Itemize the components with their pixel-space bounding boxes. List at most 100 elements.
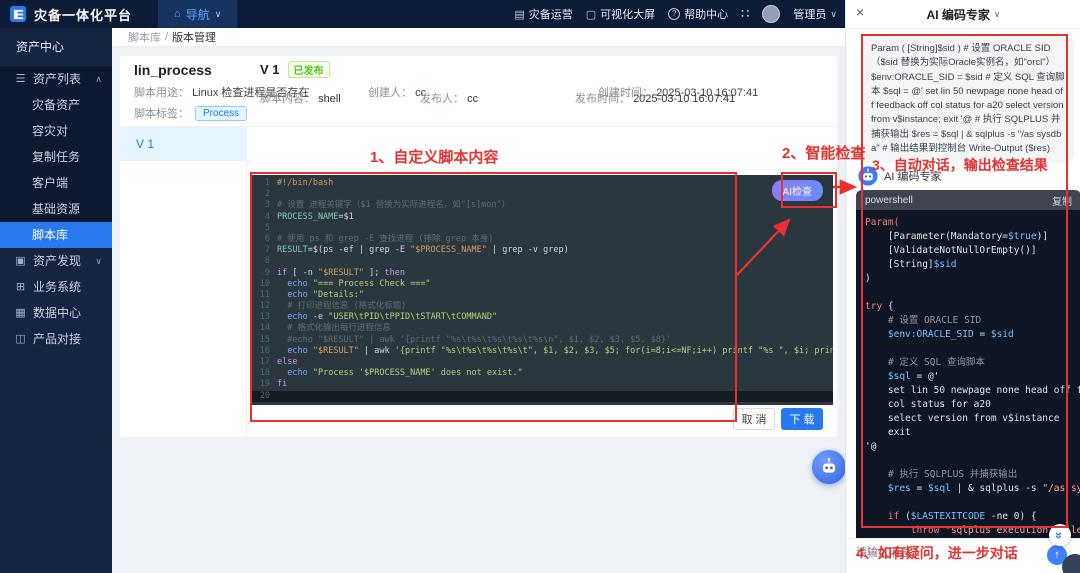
chevron-down-icon: ∨	[994, 9, 1001, 20]
sidebar-item-asset-discovery[interactable]: ▣资产发现∨	[0, 248, 112, 274]
content-label: 脚本内容：	[260, 93, 315, 105]
sidebar-item-dr-pairs[interactable]: 容灾对	[0, 118, 112, 144]
code-line: throw "sqlplus execution failed"	[865, 524, 1080, 538]
sidebar-item-asset-list[interactable]: ☰资产列表∧	[0, 66, 112, 92]
version-content-type: 脚本内容： shell	[260, 90, 341, 106]
double-chevron-down-icon: »	[1052, 531, 1067, 538]
code-line: Param(	[865, 216, 1080, 230]
topbar: 灾备一体化平台 ⌂ 导航 ∨ ▤ 灾备运营 ▢ 可视化大屏 ? 帮助中心 ∷ 管…	[0, 0, 845, 28]
home-icon: ⌂	[174, 8, 181, 20]
bigscreen-label: 可视化大屏	[600, 6, 655, 22]
business-systems-icon: ⊞	[14, 274, 27, 300]
code-line: [Parameter(Mandatory=$true)]	[865, 230, 1080, 244]
code-line: 8	[250, 256, 833, 267]
topbar-right: ▤ 灾备运营 ▢ 可视化大屏 ? 帮助中心 ∷ 管理员 ∨	[514, 5, 845, 23]
powershell-code-block: powershell 复制 Param( [Parameter(Mandator…	[856, 190, 1080, 552]
sidebar-item-business-systems[interactable]: ⊞业务系统	[0, 274, 112, 300]
sidebar-item-product-dock[interactable]: ◫产品对接	[0, 326, 112, 352]
publisher-label: 发布人：	[420, 93, 464, 105]
ai-check-button[interactable]: AI检查	[772, 180, 823, 201]
code-line: 7RESULT=$(ps -ef | grep -E "$PROCESS_NAM…	[250, 245, 833, 256]
version-list-item[interactable]: V 1	[120, 127, 246, 161]
operations-label: 灾备运营	[529, 6, 573, 22]
sidebar-item-label: 数据中心	[33, 300, 81, 326]
code-line: # 执行 SQLPLUS 并捕获输出	[865, 468, 1080, 482]
code-line: 2	[250, 189, 833, 200]
asset-list-icon: ☰	[14, 66, 27, 92]
code-line: 1#!/bin/bash	[250, 178, 833, 189]
breadcrumb-current: 版本管理	[172, 29, 216, 45]
code-line: 17else	[250, 357, 833, 368]
code-line: 14 # 格式化输出每行进程信息	[250, 323, 833, 334]
code-line: 5	[250, 223, 833, 234]
script-tag[interactable]: Process	[195, 106, 247, 121]
cancel-button[interactable]: 取 消	[733, 408, 775, 430]
user-name: 管理员	[793, 6, 826, 22]
user-menu[interactable]: 管理员 ∨	[793, 6, 837, 22]
app-title: 灾备一体化平台	[34, 5, 132, 24]
topbar-item-help[interactable]: ? 帮助中心	[668, 6, 728, 22]
published-value: 2025-03-10 16:07:41	[633, 93, 735, 105]
code-line: 3# 设置 进程关键字（$1 替换为实际进程名，如"[s]mon"）	[250, 200, 833, 211]
sidebar-menu: 资产中心☰资产列表∧灾备资产容灾对复制任务客户端基础资源脚本库 ▣资产发现∨⊞业务…	[0, 28, 112, 573]
sidebar-item-label: 资产发现	[33, 248, 81, 274]
sidebar-item-dr-assets[interactable]: 灾备资产	[0, 92, 112, 118]
code-line: 9if [ -n "$RESULT" ]; then	[250, 268, 833, 279]
sidebar-item-script-library[interactable]: 脚本库	[0, 222, 112, 248]
code-line: set lin 50 newpage none head off feedbac…	[865, 384, 1080, 398]
sidebar-item-label: 产品对接	[33, 326, 81, 352]
sidebar-item-label: 复制任务	[32, 150, 80, 164]
version-header: V 1 已发布	[260, 61, 330, 78]
code-line: 20	[250, 391, 833, 402]
sidebar-item-label: 业务系统	[33, 274, 81, 300]
user-avatar[interactable]	[762, 5, 780, 23]
code-line: # 设置 ORACLE SID	[865, 314, 1080, 328]
version-list: V 1	[120, 127, 247, 437]
sidebar-item-clients[interactable]: 客户端	[0, 170, 112, 196]
breadcrumb-parent[interactable]: 脚本库	[128, 29, 161, 45]
sidebar-item-replication-tasks[interactable]: 复制任务	[0, 144, 112, 170]
ai-assistant-floating-button[interactable]	[812, 450, 846, 484]
message-input-bar: ↑	[846, 538, 1080, 573]
breadcrumb: 脚本库 / 版本管理	[112, 28, 845, 47]
asset-discovery-icon: ▣	[14, 248, 27, 274]
script-creator: 创建人： cc	[368, 84, 426, 100]
sidebar-item-label: 脚本库	[32, 228, 68, 242]
topbar-item-bigscreen[interactable]: ▢ 可视化大屏	[586, 6, 655, 22]
sidebar-item-asset-center[interactable]: 资产中心	[0, 28, 112, 66]
message-input[interactable]	[854, 546, 1008, 560]
version-publisher: 发布人： cc	[420, 90, 478, 106]
code-line: $sql = @'	[865, 370, 1080, 384]
help-icon: ?	[668, 8, 680, 20]
ai-panel: × AI 编码专家 ∨ Param ( [String]$sid ) # 设置 …	[845, 0, 1080, 573]
send-arrow-icon: ↑	[1054, 549, 1060, 561]
code-line: 15 #echo "$RESULT" | awk '{printf "%s\t%…	[250, 335, 833, 346]
sidebar-item-data-center[interactable]: ▦数据中心	[0, 300, 112, 326]
creator-label: 创建人：	[368, 87, 412, 99]
app-grid-icon[interactable]: ∷	[741, 6, 749, 22]
code-line: 4PROCESS_NAME=$1	[250, 212, 833, 223]
publisher-value: cc	[467, 93, 478, 105]
code-line: [String]$sid	[865, 258, 1080, 272]
sidebar-item-label: 资产列表	[33, 66, 81, 92]
download-button[interactable]: 下 载	[781, 408, 823, 430]
topbar-item-operations[interactable]: ▤ 灾备运营	[514, 6, 572, 22]
script-name: lin_process	[134, 62, 212, 78]
code-line: # 定义 SQL 查询脚本	[865, 356, 1080, 370]
chevron-down-icon: ∨	[215, 9, 222, 20]
sidebar-item-base-resources[interactable]: 基础资源	[0, 196, 112, 222]
sidebar-item-label: 容灾对	[32, 124, 68, 138]
code-line: $res = $sql | & sqlplus -s "/as sysdba"	[865, 482, 1080, 496]
code-line: '@	[865, 440, 1080, 454]
code-line: 12 # 打印进程信息 (格式化标题)	[250, 301, 833, 312]
copy-button[interactable]: 复制	[1052, 193, 1072, 208]
data-center-icon: ▦	[14, 300, 27, 326]
version-published: 发布时间： 2025-03-10 16:07:41	[575, 90, 735, 106]
nav-menu-button[interactable]: ⌂ 导航 ∨	[158, 0, 237, 28]
scroll-to-bottom-button[interactable]: »	[1049, 524, 1071, 546]
script-code-editor[interactable]: AI检查 1#!/bin/bash23# 设置 进程关键字（$1 替换为实际进程…	[250, 175, 833, 405]
close-icon[interactable]: ×	[856, 4, 864, 20]
nav-menu-label: 导航	[186, 6, 210, 23]
breadcrumb-separator: /	[165, 31, 168, 43]
assistant-name: AI 编码专家	[884, 168, 941, 184]
